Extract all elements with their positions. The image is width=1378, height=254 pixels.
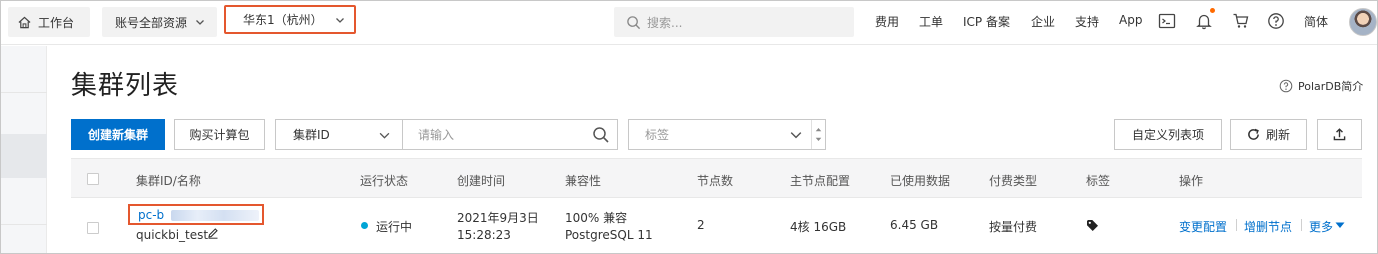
refresh-icon bbox=[1248, 128, 1259, 140]
filter-field-select[interactable]: 集群ID bbox=[275, 119, 403, 150]
chevron-down-icon bbox=[379, 132, 390, 139]
buy-package-button[interactable]: 购买计算包 bbox=[174, 119, 265, 150]
chevron-down-icon bbox=[196, 20, 204, 25]
intro-link[interactable]: PolarDB简介 bbox=[1279, 78, 1363, 94]
compat-engine: PostgreSQL 11 bbox=[565, 228, 653, 242]
chevron-down-icon bbox=[790, 132, 802, 139]
cluster-id-link[interactable]: pc-b bbox=[138, 208, 164, 222]
status-running-dot bbox=[361, 222, 368, 229]
nav-icp[interactable]: ICP 备案 bbox=[963, 13, 1010, 30]
tag-icon[interactable] bbox=[1086, 219, 1099, 232]
col-cluster-id[interactable]: 集群ID/名称 bbox=[136, 172, 201, 189]
spinner-arrows-icon[interactable] bbox=[811, 120, 825, 149]
billing-type: 按量付费 bbox=[989, 220, 1038, 234]
avatar[interactable] bbox=[1349, 8, 1377, 36]
primary-spec: 4核 16GB bbox=[790, 220, 847, 234]
page-title: 集群列表 bbox=[71, 71, 180, 101]
buy-package-label: 购买计算包 bbox=[189, 128, 250, 142]
help-circle-icon bbox=[1279, 79, 1293, 93]
terminal-icon[interactable] bbox=[1158, 12, 1176, 30]
action-separator bbox=[1236, 219, 1237, 231]
filter-placeholder: 请输入 bbox=[418, 128, 455, 142]
resources-dropdown[interactable]: 账号全部资源 bbox=[102, 7, 217, 37]
notification-dot bbox=[1210, 8, 1215, 13]
col-primary-spec[interactable]: 主节点配置 bbox=[790, 172, 850, 189]
tag-filter-select[interactable]: 标签 bbox=[628, 119, 826, 150]
sidebar-divider bbox=[1, 224, 47, 225]
col-used-data[interactable]: 已使用数据 bbox=[890, 172, 950, 189]
resources-label: 账号全部资源 bbox=[115, 15, 188, 30]
col-tags[interactable]: 标签 bbox=[1086, 172, 1110, 189]
search-icon bbox=[627, 15, 641, 29]
cluster-id-redaction bbox=[171, 210, 259, 221]
more-actions-link[interactable]: 更多 bbox=[1309, 218, 1333, 235]
console-frame: 工作台 账号全部资源 华东1（杭州） 搜索... 费用 工单 ICP 备案 企业… bbox=[0, 0, 1378, 254]
nav-app[interactable]: App bbox=[1119, 13, 1142, 27]
row-checkbox[interactable] bbox=[87, 222, 99, 234]
create-cluster-button[interactable]: 创建新集群 bbox=[71, 119, 165, 150]
refresh-button[interactable]: 刷新 bbox=[1230, 119, 1307, 150]
table-header: 集群ID/名称 运行状态 创建时间 兼容性 节点数 主节点配置 已使用数据 付费… bbox=[71, 158, 1362, 198]
cluster-name: quickbi_test bbox=[136, 228, 209, 242]
export-icon bbox=[1333, 128, 1346, 141]
table-row bbox=[71, 198, 1362, 253]
created-date: 2021年9月3日 bbox=[457, 211, 539, 225]
col-billing[interactable]: 付费类型 bbox=[989, 172, 1037, 189]
region-label: 华东1（杭州） bbox=[243, 13, 323, 27]
cluster-status: 运行中 bbox=[376, 220, 413, 234]
bell-icon[interactable] bbox=[1195, 12, 1213, 30]
add-remove-nodes-link[interactable]: 增删节点 bbox=[1244, 218, 1292, 235]
used-data: 6.45 GB bbox=[890, 218, 939, 232]
nav-enterprise[interactable]: 企业 bbox=[1031, 13, 1055, 30]
col-created[interactable]: 创建时间 bbox=[457, 172, 505, 189]
sidebar-selected-item[interactable] bbox=[1, 134, 47, 178]
filter-input[interactable]: 请输入 bbox=[402, 119, 618, 150]
tag-placeholder: 标签 bbox=[645, 128, 670, 142]
col-compat[interactable]: 兼容性 bbox=[565, 172, 601, 189]
export-button[interactable] bbox=[1317, 119, 1362, 150]
created-time: 15:28:23 bbox=[457, 228, 511, 242]
nav-support[interactable]: 支持 bbox=[1075, 13, 1099, 30]
help-icon[interactable] bbox=[1267, 12, 1285, 30]
workbench-label: 工作台 bbox=[38, 15, 75, 30]
select-all-checkbox[interactable] bbox=[87, 173, 99, 185]
sidebar-divider bbox=[1, 92, 47, 93]
col-actions: 操作 bbox=[1179, 174, 1204, 188]
search-icon[interactable] bbox=[592, 126, 610, 144]
compat-level: 100% 兼容 bbox=[565, 211, 628, 225]
search-placeholder: 搜索... bbox=[647, 15, 683, 30]
refresh-label: 刷新 bbox=[1265, 128, 1290, 142]
left-sidebar bbox=[1, 46, 47, 253]
home-icon bbox=[18, 16, 31, 28]
caret-down-icon[interactable] bbox=[1335, 222, 1345, 229]
intro-label: PolarDB简介 bbox=[1298, 80, 1364, 93]
region-selector[interactable]: 华东1（杭州） bbox=[224, 5, 356, 34]
nav-billing[interactable]: 费用 bbox=[875, 13, 899, 30]
language-switch[interactable]: 简体 bbox=[1304, 13, 1328, 30]
nav-tickets[interactable]: 工单 bbox=[919, 13, 943, 30]
col-status[interactable]: 运行状态 bbox=[360, 172, 408, 189]
col-nodes[interactable]: 节点数 bbox=[697, 172, 733, 189]
edit-icon[interactable] bbox=[207, 227, 219, 239]
global-search[interactable]: 搜索... bbox=[614, 7, 854, 37]
chevron-down-icon bbox=[335, 17, 344, 23]
create-cluster-label: 创建新集群 bbox=[87, 128, 148, 142]
cart-icon[interactable] bbox=[1232, 12, 1250, 30]
modify-config-link[interactable]: 变更配置 bbox=[1179, 218, 1227, 235]
filter-field-label: 集群ID bbox=[293, 128, 330, 142]
customize-columns-label: 自定义列表项 bbox=[1131, 128, 1204, 142]
workbench-button[interactable]: 工作台 bbox=[8, 7, 90, 37]
customize-columns-button[interactable]: 自定义列表项 bbox=[1114, 119, 1222, 150]
top-bar: 工作台 账号全部资源 华东1（杭州） 搜索... 费用 工单 ICP 备案 企业… bbox=[1, 1, 1377, 45]
action-separator bbox=[1301, 219, 1302, 231]
node-count: 2 bbox=[697, 218, 705, 232]
